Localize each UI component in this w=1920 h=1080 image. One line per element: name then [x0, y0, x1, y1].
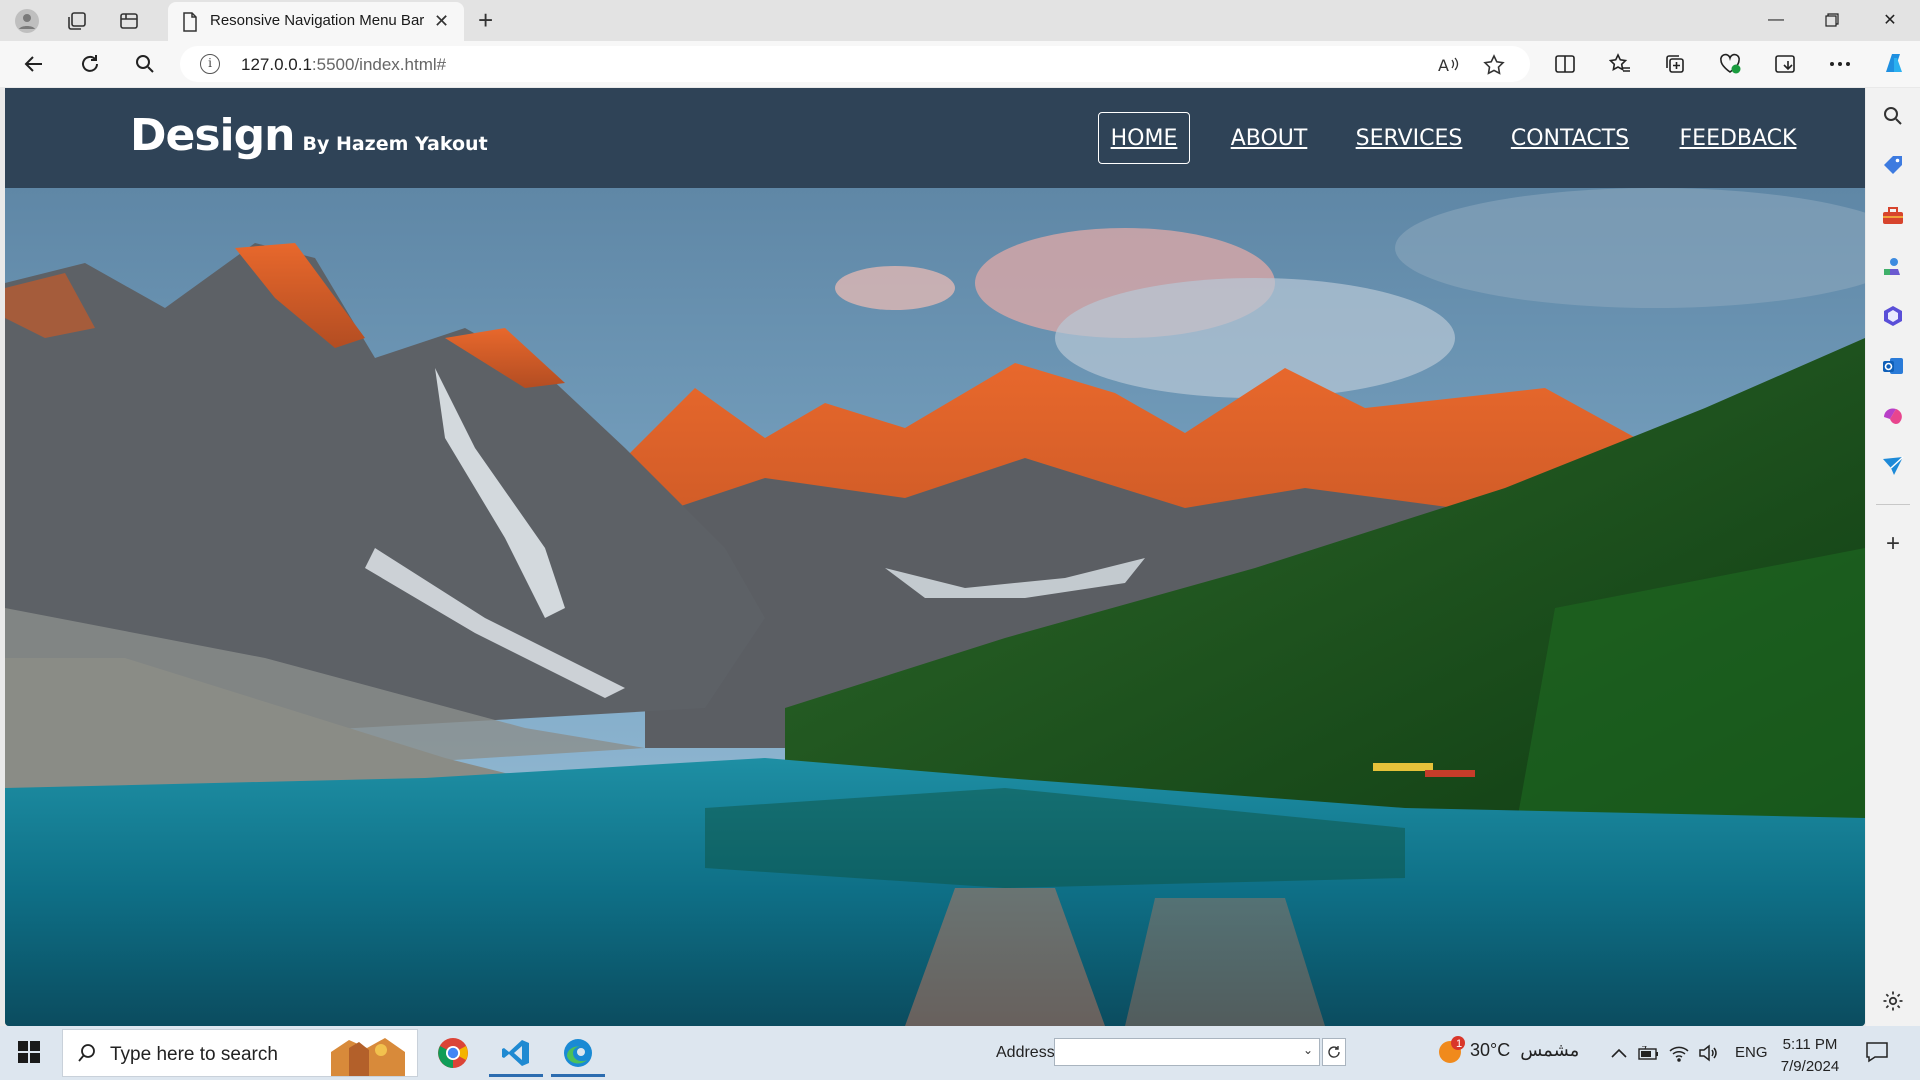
- nav-link-about[interactable]: ABOUT: [1227, 112, 1311, 164]
- profile-icon[interactable]: [14, 8, 40, 34]
- language-indicator[interactable]: ENG: [1735, 1044, 1768, 1061]
- battery-icon[interactable]: [1638, 1042, 1660, 1064]
- address-bar[interactable]: i 127.0.0.1:5500/index.html# A: [180, 46, 1530, 82]
- clock-time: 5:11 PM: [1782, 1036, 1838, 1053]
- close-tab-icon[interactable]: ✕: [434, 11, 449, 31]
- address-dropdown-icon[interactable]: ⌄: [1303, 1043, 1313, 1057]
- tab-actions-icon[interactable]: [116, 8, 142, 34]
- nav-link-services[interactable]: SERVICES: [1351, 112, 1467, 164]
- microsoft-365-icon[interactable]: [1881, 304, 1905, 328]
- favorite-star-icon[interactable]: [1483, 54, 1505, 76]
- volume-icon[interactable]: [1697, 1042, 1719, 1064]
- search-highlight-icon: [321, 1032, 413, 1080]
- wifi-icon[interactable]: [1668, 1042, 1690, 1064]
- designer-icon[interactable]: [1881, 404, 1905, 428]
- tools-briefcase-icon[interactable]: [1881, 204, 1905, 228]
- read-aloud-icon[interactable]: A: [1438, 54, 1460, 76]
- nav-link-home[interactable]: HOME: [1098, 112, 1190, 164]
- nav-link-contacts[interactable]: CONTACTS: [1506, 112, 1634, 164]
- vscode-app-icon[interactable]: [485, 1029, 547, 1077]
- send-icon[interactable]: [1881, 454, 1905, 478]
- active-tab[interactable]: Resonsive Navigation Menu Bar ✕: [168, 2, 464, 41]
- minimize-icon[interactable]: —: [1756, 4, 1796, 36]
- sidebar-divider: [1876, 504, 1910, 505]
- site-info-icon[interactable]: i: [200, 54, 220, 74]
- browser-essentials-icon[interactable]: [1716, 50, 1744, 78]
- page-document-icon: [182, 12, 198, 37]
- workspaces-icon[interactable]: [64, 8, 90, 34]
- browser-title-bar: Resonsive Navigation Menu Bar ✕ + — ✕: [0, 0, 1920, 41]
- url-text[interactable]: 127.0.0.1:5500/index.html#: [241, 55, 446, 75]
- taskbar-clock[interactable]: 5:11 PM 7/9/2024: [1770, 1034, 1850, 1078]
- logo-subtitle: By Hazem Yakout: [302, 133, 488, 155]
- sidebar-settings-icon[interactable]: [1881, 989, 1905, 1013]
- svg-text:A: A: [1438, 56, 1449, 74]
- outlook-icon[interactable]: [1881, 354, 1905, 378]
- copilot-icon[interactable]: [1880, 50, 1908, 78]
- taskbar-search-box[interactable]: Type here to search: [62, 1029, 418, 1077]
- more-options-icon[interactable]: [1826, 50, 1854, 78]
- split-screen-icon[interactable]: [1551, 50, 1579, 78]
- refresh-icon[interactable]: [76, 50, 104, 78]
- add-sidebar-app-icon[interactable]: +: [1881, 530, 1905, 557]
- hero-landscape-image: [5, 188, 1865, 1026]
- edge-sidebar: +: [1866, 88, 1920, 1026]
- taskbar-search-placeholder: Type here to search: [110, 1044, 278, 1065]
- clock-date: 7/9/2024: [1780, 1058, 1840, 1075]
- restore-icon[interactable]: [1812, 4, 1852, 36]
- sidebar-search-icon[interactable]: [1881, 104, 1905, 128]
- shopping-tag-icon[interactable]: [1881, 154, 1905, 178]
- windows-taskbar: Type here to search Address ⌄ 1 30°C مشم…: [0, 1026, 1920, 1080]
- show-hidden-icons-icon[interactable]: [1608, 1042, 1630, 1064]
- downloads-icon[interactable]: [1771, 50, 1799, 78]
- weather-description: مشمس: [1520, 1040, 1580, 1061]
- tab-title: Resonsive Navigation Menu Bar: [210, 12, 425, 29]
- favorites-icon[interactable]: [1606, 50, 1634, 78]
- browser-toolbar: i 127.0.0.1:5500/index.html# A: [0, 41, 1920, 87]
- games-chess-icon[interactable]: [1881, 254, 1905, 278]
- notification-center-icon[interactable]: [1865, 1041, 1889, 1068]
- address-toolbar-label: Address: [996, 1044, 1055, 1061]
- taskbar-search-icon: [77, 1043, 97, 1068]
- search-icon[interactable]: [131, 50, 159, 78]
- collections-icon[interactable]: [1661, 50, 1689, 78]
- windows-start-icon[interactable]: [18, 1041, 40, 1068]
- weather-widget[interactable]: 1 30°C مشمس: [1436, 1036, 1580, 1063]
- site-logo[interactable]: Design By Hazem Yakout: [130, 110, 488, 161]
- new-tab-icon[interactable]: +: [478, 6, 493, 34]
- edge-app-icon[interactable]: [547, 1029, 609, 1077]
- close-window-icon[interactable]: ✕: [1870, 4, 1910, 36]
- address-toolbar-input[interactable]: ⌄: [1054, 1038, 1320, 1066]
- page-viewport: Design By Hazem Yakout HOME ABOUT SERVICE…: [5, 88, 1865, 1026]
- nav-link-feedback[interactable]: FEEDBACK: [1678, 112, 1798, 164]
- chrome-app-icon[interactable]: [422, 1029, 484, 1077]
- weather-alert-badge: 1: [1455, 1038, 1463, 1050]
- logo-text: Design: [130, 110, 295, 161]
- back-icon[interactable]: [20, 50, 48, 78]
- site-header: Design By Hazem Yakout HOME ABOUT SERVICE…: [5, 88, 1865, 188]
- weather-temperature: 30°C: [1470, 1040, 1511, 1060]
- address-go-icon[interactable]: [1322, 1038, 1346, 1066]
